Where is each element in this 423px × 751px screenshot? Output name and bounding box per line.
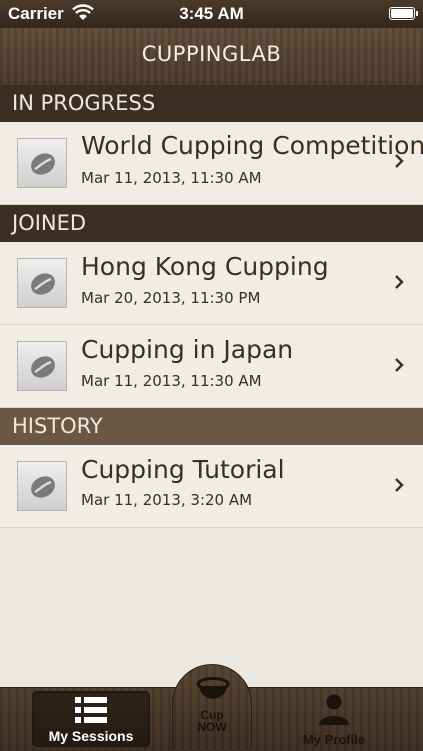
coffee-bean-icon	[17, 341, 67, 391]
cup-now-label-line2: NOW	[197, 720, 227, 734]
tab-my-profile[interactable]: My Profile	[274, 688, 394, 751]
tab-my-sessions[interactable]: My Sessions	[32, 691, 150, 747]
battery-icon	[389, 7, 418, 20]
session-date: Mar 11, 2013, 3:20 AM	[81, 491, 253, 509]
cup-now-button[interactable]: Cup NOW	[172, 664, 252, 750]
tab-my-sessions-label: My Sessions	[48, 728, 134, 744]
session-date: Mar 20, 2013, 11:30 PM	[81, 289, 261, 307]
chevron-right-icon	[394, 357, 404, 377]
section-header-history: HISTORY	[0, 408, 423, 445]
page-title: CUPPINGLAB	[141, 42, 282, 66]
cup-now-label: Cup NOW	[173, 709, 251, 733]
chevron-right-icon	[394, 477, 404, 497]
coffee-bean-icon	[17, 461, 67, 511]
session-date: Mar 11, 2013, 11:30 AM	[81, 372, 262, 390]
status-bar: Carrier 3:45 AM	[0, 0, 423, 28]
tab-my-profile-label: My Profile	[302, 732, 366, 747]
session-title: Cupping in Japan	[81, 335, 294, 364]
section-header-in-progress: IN PROGRESS	[0, 85, 423, 122]
session-row-hong-kong[interactable]: Hong Kong Cupping Mar 20, 2013, 11:30 PM	[0, 242, 423, 325]
coffee-bean-icon	[17, 258, 67, 308]
session-row-world-cupping[interactable]: World Cupping Competition Mar 11, 2013, …	[0, 122, 423, 205]
coffee-bean-icon	[17, 138, 67, 188]
session-title: Cupping Tutorial	[81, 455, 285, 484]
session-row-japan[interactable]: Cupping in Japan Mar 11, 2013, 11:30 AM	[0, 325, 423, 408]
cup-icon	[196, 677, 230, 711]
navigation-bar: CUPPINGLAB	[0, 28, 423, 86]
person-icon	[318, 693, 350, 728]
session-title: World Cupping Competition	[81, 131, 423, 160]
session-date: Mar 11, 2013, 11:30 AM	[81, 169, 262, 187]
session-title: Hong Kong Cupping	[81, 252, 329, 281]
chevron-right-icon	[394, 274, 404, 294]
section-header-joined: JOINED	[0, 205, 423, 242]
session-row-tutorial[interactable]: Cupping Tutorial Mar 11, 2013, 3:20 AM	[0, 445, 423, 528]
status-time: 3:45 AM	[179, 4, 244, 23]
chevron-right-icon	[394, 153, 404, 173]
list-icon	[75, 696, 107, 727]
